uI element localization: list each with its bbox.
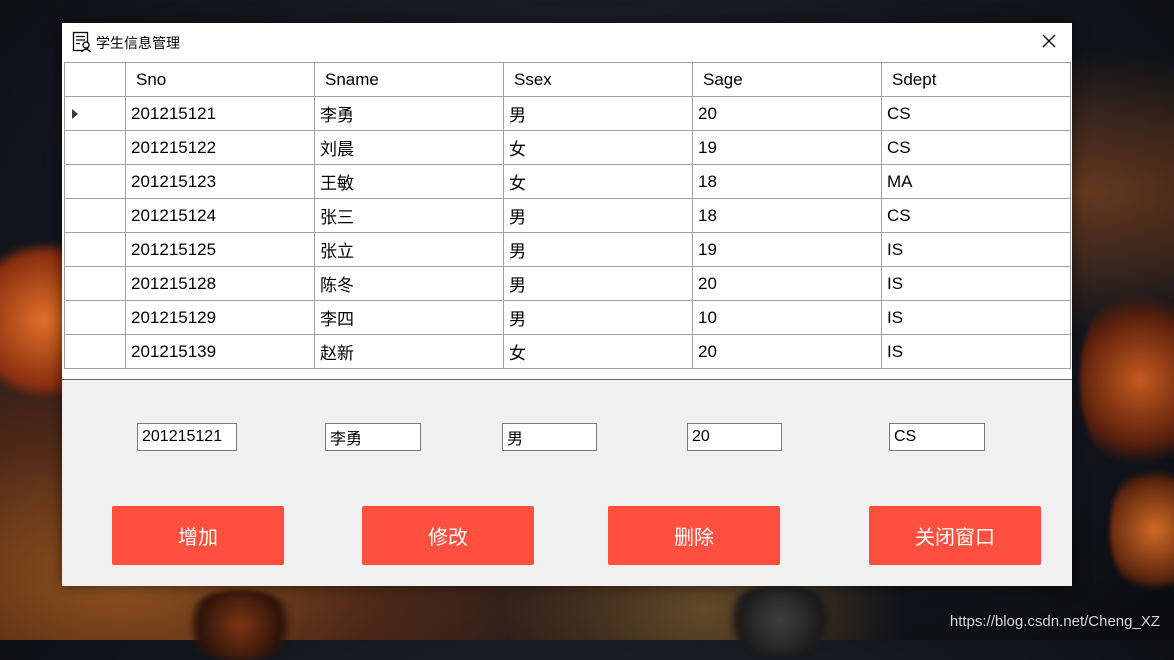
table-row[interactable]: 201215123 王敏 女 18 MA: [64, 164, 1071, 199]
cell-sdept[interactable]: IS: [881, 300, 1071, 335]
cell-sname[interactable]: 李勇: [314, 96, 504, 131]
delete-button[interactable]: 删除: [608, 506, 780, 565]
table-row[interactable]: 201215121 李勇 男 20 CS: [64, 96, 1071, 131]
window-title: 学生信息管理: [96, 36, 180, 52]
cell-sno[interactable]: 201215123: [125, 164, 315, 199]
column-header-sage[interactable]: Sage: [692, 62, 882, 97]
cell-ssex[interactable]: 男: [503, 300, 693, 335]
sname-input[interactable]: [325, 423, 421, 451]
cell-ssex[interactable]: 女: [503, 334, 693, 369]
cell-sname[interactable]: 陈冬: [314, 266, 504, 301]
student-data-grid[interactable]: Sno Sname Ssex Sage Sdept 201215121 李勇 男…: [64, 62, 1071, 369]
table-row[interactable]: 201215125 张立 男 19 IS: [64, 232, 1071, 267]
close-window-button[interactable]: 关闭窗口: [869, 506, 1041, 565]
row-header[interactable]: [64, 130, 126, 165]
row-header[interactable]: [64, 96, 126, 131]
cell-sdept[interactable]: IS: [881, 266, 1071, 301]
title-bar[interactable]: 学生信息管理: [62, 23, 1072, 61]
cell-sno[interactable]: 201215139: [125, 334, 315, 369]
cell-sno[interactable]: 201215125: [125, 232, 315, 267]
cell-sage[interactable]: 18: [692, 164, 882, 199]
close-icon: [1042, 33, 1056, 52]
cell-ssex[interactable]: 男: [503, 96, 693, 131]
cell-sname[interactable]: 张三: [314, 198, 504, 233]
cell-ssex[interactable]: 男: [503, 198, 693, 233]
row-header-corner[interactable]: [64, 62, 126, 97]
cell-sage[interactable]: 20: [692, 334, 882, 369]
row-header[interactable]: [64, 266, 126, 301]
cell-sdept[interactable]: CS: [881, 130, 1071, 165]
current-row-icon: [72, 109, 78, 120]
column-header-ssex[interactable]: Ssex: [503, 62, 693, 97]
sno-input[interactable]: [137, 423, 237, 451]
cell-sname[interactable]: 王敏: [314, 164, 504, 199]
cell-sname[interactable]: 李四: [314, 300, 504, 335]
row-header[interactable]: [64, 300, 126, 335]
sage-input[interactable]: [687, 423, 782, 451]
row-header[interactable]: [64, 334, 126, 369]
table-row[interactable]: 201215129 李四 男 10 IS: [64, 300, 1071, 335]
ssex-input[interactable]: [502, 423, 597, 451]
cell-sno[interactable]: 201215128: [125, 266, 315, 301]
modify-button[interactable]: 修改: [362, 506, 534, 565]
background-glow: [720, 585, 840, 655]
cell-sno[interactable]: 201215129: [125, 300, 315, 335]
cell-sname[interactable]: 张立: [314, 232, 504, 267]
background-glow: [1080, 280, 1174, 480]
table-row[interactable]: 201215124 张三 男 18 CS: [64, 198, 1071, 233]
table-row[interactable]: 201215128 陈冬 男 20 IS: [64, 266, 1071, 301]
cell-sno[interactable]: 201215121: [125, 96, 315, 131]
table-row[interactable]: 201215139 赵新 女 20 IS: [64, 334, 1071, 369]
cell-sage[interactable]: 20: [692, 96, 882, 131]
row-header[interactable]: [64, 164, 126, 199]
background-glow: [1110, 460, 1174, 600]
cell-sno[interactable]: 201215124: [125, 198, 315, 233]
cell-sage[interactable]: 19: [692, 130, 882, 165]
column-header-sname[interactable]: Sname: [314, 62, 504, 97]
cell-sage[interactable]: 10: [692, 300, 882, 335]
cell-sage[interactable]: 20: [692, 266, 882, 301]
row-header[interactable]: [64, 232, 126, 267]
cell-sdept[interactable]: IS: [881, 232, 1071, 267]
cell-sno[interactable]: 201215122: [125, 130, 315, 165]
cell-sdept[interactable]: IS: [881, 334, 1071, 369]
cell-sage[interactable]: 18: [692, 198, 882, 233]
column-header-sno[interactable]: Sno: [125, 62, 315, 97]
cell-sdept[interactable]: MA: [881, 164, 1071, 199]
background-glow: [180, 590, 300, 660]
cell-ssex[interactable]: 男: [503, 232, 693, 267]
cell-sname[interactable]: 赵新: [314, 334, 504, 369]
table-row[interactable]: 201215122 刘晨 女 19 CS: [64, 130, 1071, 165]
close-button[interactable]: [1026, 23, 1072, 61]
header-row: Sno Sname Ssex Sage Sdept: [64, 62, 1071, 97]
column-header-sdept[interactable]: Sdept: [881, 62, 1071, 97]
cell-ssex[interactable]: 女: [503, 164, 693, 199]
data-grid-panel[interactable]: Sno Sname Ssex Sage Sdept 201215121 李勇 男…: [62, 61, 1072, 380]
app-icon: [71, 31, 93, 53]
add-button[interactable]: 增加: [112, 506, 284, 565]
watermark-text: https://blog.csdn.net/Cheng_XZ: [949, 613, 1160, 630]
sdept-input[interactable]: [889, 423, 985, 451]
student-info-window: 学生信息管理 Sno Sname Ssex Sage Sdept 2012151…: [62, 23, 1072, 586]
row-header[interactable]: [64, 198, 126, 233]
cell-ssex[interactable]: 男: [503, 266, 693, 301]
cell-sage[interactable]: 19: [692, 232, 882, 267]
cell-sdept[interactable]: CS: [881, 198, 1071, 233]
cell-sdept[interactable]: CS: [881, 96, 1071, 131]
cell-ssex[interactable]: 女: [503, 130, 693, 165]
cell-sname[interactable]: 刘晨: [314, 130, 504, 165]
